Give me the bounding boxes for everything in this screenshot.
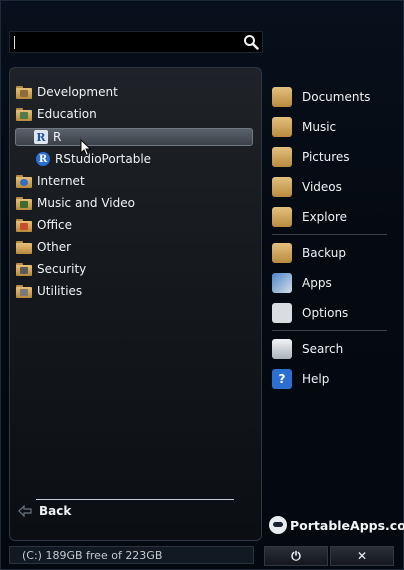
mouse-pointer-icon [80, 139, 92, 157]
backup-icon [272, 243, 292, 263]
help-icon: ? [272, 369, 292, 389]
menu-label: Search [302, 342, 344, 356]
search-input[interactable] [9, 31, 263, 53]
category-other[interactable]: Other [16, 237, 71, 257]
menu-pictures[interactable]: Pictures [272, 145, 350, 169]
apps-icon [272, 273, 292, 293]
category-music-and-video[interactable]: Music and Video [16, 193, 135, 213]
pictures-icon [272, 147, 292, 167]
portableapps-logo-icon [269, 516, 287, 534]
power-icon: ⏻ [291, 548, 301, 563]
menu-divider [272, 234, 387, 235]
back-label: Back [39, 504, 72, 518]
internet-folder-icon [16, 174, 32, 188]
menu-divider [272, 330, 387, 331]
music-icon [272, 117, 292, 137]
menu-label: Pictures [302, 150, 350, 164]
utilities-folder-icon [16, 284, 32, 298]
category-label: Other [37, 240, 72, 254]
portableapps-logo: PortableApps.com [269, 516, 404, 534]
back-divider [36, 499, 234, 500]
menu-explore[interactable]: Explore [272, 205, 347, 229]
app-label: RStudioPortable [55, 152, 152, 166]
menu-apps[interactable]: Apps [272, 271, 332, 295]
drive-status: (C:) 189GB free of 223GB [9, 546, 254, 564]
r-app-icon: R [34, 130, 48, 144]
menu-label: Options [302, 306, 349, 320]
category-internet[interactable]: Internet [16, 171, 85, 191]
power-button[interactable]: ⏻ [264, 546, 328, 566]
app-label: R [53, 130, 62, 144]
menu-videos[interactable]: Videos [272, 175, 342, 199]
music-video-folder-icon [16, 196, 32, 210]
menu-label: Videos [302, 180, 342, 194]
videos-icon [272, 177, 292, 197]
explore-icon [272, 207, 292, 227]
category-office[interactable]: Office [16, 215, 72, 235]
menu-music[interactable]: Music [272, 115, 336, 139]
category-security[interactable]: Security [16, 259, 86, 279]
options-icon [272, 303, 292, 323]
office-folder-icon [16, 218, 32, 232]
back-arrow-icon [18, 505, 32, 517]
other-folder-icon [16, 240, 32, 254]
close-icon: ✕ [356, 549, 368, 563]
menu-label: Explore [302, 210, 348, 224]
menu-label: Apps [302, 276, 332, 290]
menu-help[interactable]: ? Help [272, 367, 329, 391]
app-r[interactable]: R R [34, 127, 61, 147]
category-label: Internet [37, 174, 85, 188]
category-label: Utilities [37, 284, 83, 298]
category-label: Music and Video [37, 196, 135, 210]
development-folder-icon [16, 85, 32, 99]
security-folder-icon [16, 262, 32, 276]
rstudio-app-icon: R [36, 152, 50, 166]
category-education[interactable]: Education [16, 104, 97, 124]
menu-search[interactable]: Search [272, 337, 343, 361]
apps-panel: Development Education R R R RStudioPorta… [9, 67, 262, 541]
back-button[interactable]: Back [18, 504, 71, 518]
search-icon[interactable] [243, 34, 259, 50]
close-button[interactable]: ✕ [330, 546, 394, 566]
category-label: Security [37, 262, 87, 276]
documents-icon [272, 87, 292, 107]
category-label: Development [37, 85, 118, 99]
category-utilities[interactable]: Utilities [16, 281, 82, 301]
drive-status-text: (C:) 189GB free of 223GB [22, 548, 163, 562]
menu-backup[interactable]: Backup [272, 241, 346, 265]
text-caret [14, 36, 15, 49]
education-folder-icon [16, 107, 32, 121]
menu-window: Development Education R R R RStudioPorta… [0, 0, 404, 570]
menu-label: Music [302, 120, 337, 134]
menu-documents[interactable]: Documents [272, 85, 370, 109]
category-development[interactable]: Development [16, 82, 118, 102]
category-label: Office [37, 218, 73, 232]
logo-text: PortableApps.com [290, 517, 404, 533]
menu-options[interactable]: Options [272, 301, 348, 325]
search-icon [272, 339, 292, 359]
menu-label: Help [302, 372, 330, 386]
category-label: Education [37, 107, 97, 121]
menu-label: Backup [302, 246, 346, 260]
menu-label: Documents [302, 90, 371, 104]
